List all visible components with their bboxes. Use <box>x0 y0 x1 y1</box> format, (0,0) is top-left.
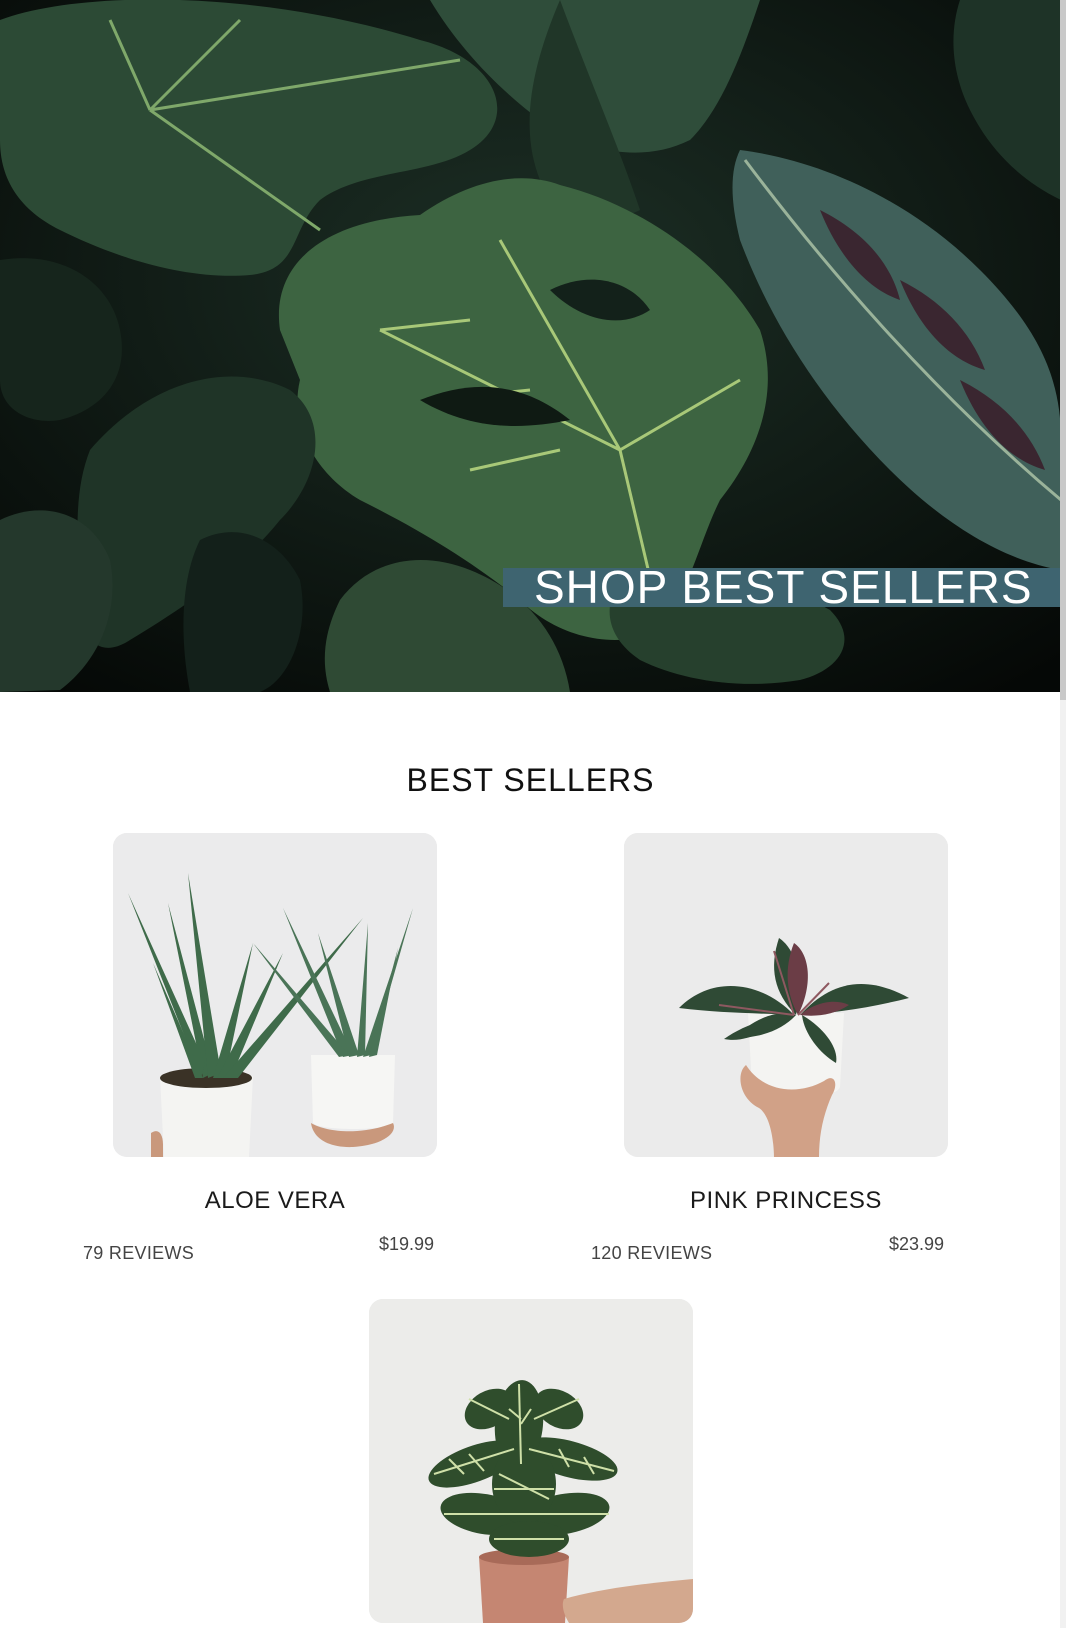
birkin-plant-image[interactable] <box>369 1299 693 1623</box>
aloe-vera-reviews[interactable]: 79 REVIEWS <box>83 1243 194 1264</box>
aloe-vera-name[interactable]: ALOE VERA <box>113 1187 437 1215</box>
best-sellers-heading: BEST SELLERS <box>406 762 655 798</box>
pink-princess-name[interactable]: PINK PRINCESS <box>624 1187 948 1215</box>
hero-banner: SHOP BEST SELLERS <box>0 0 1061 692</box>
shop-best-sellers-button[interactable]: SHOP BEST SELLERS <box>503 564 1061 610</box>
aloe-vera-price: $19.99 <box>379 1234 435 1254</box>
page-scrollbar-thumb[interactable] <box>1060 0 1066 700</box>
pink-princess-image[interactable] <box>624 833 948 1157</box>
page-scrollbar[interactable] <box>1060 0 1066 1628</box>
aloe-vera-image[interactable] <box>113 833 437 1157</box>
page: SHOP BEST SELLERS BEST SELLERS ALOE VERA… <box>0 0 1066 1628</box>
pink-princess-price: $23.99 <box>889 1234 945 1254</box>
pink-princess-reviews[interactable]: 120 REVIEWS <box>591 1243 712 1264</box>
